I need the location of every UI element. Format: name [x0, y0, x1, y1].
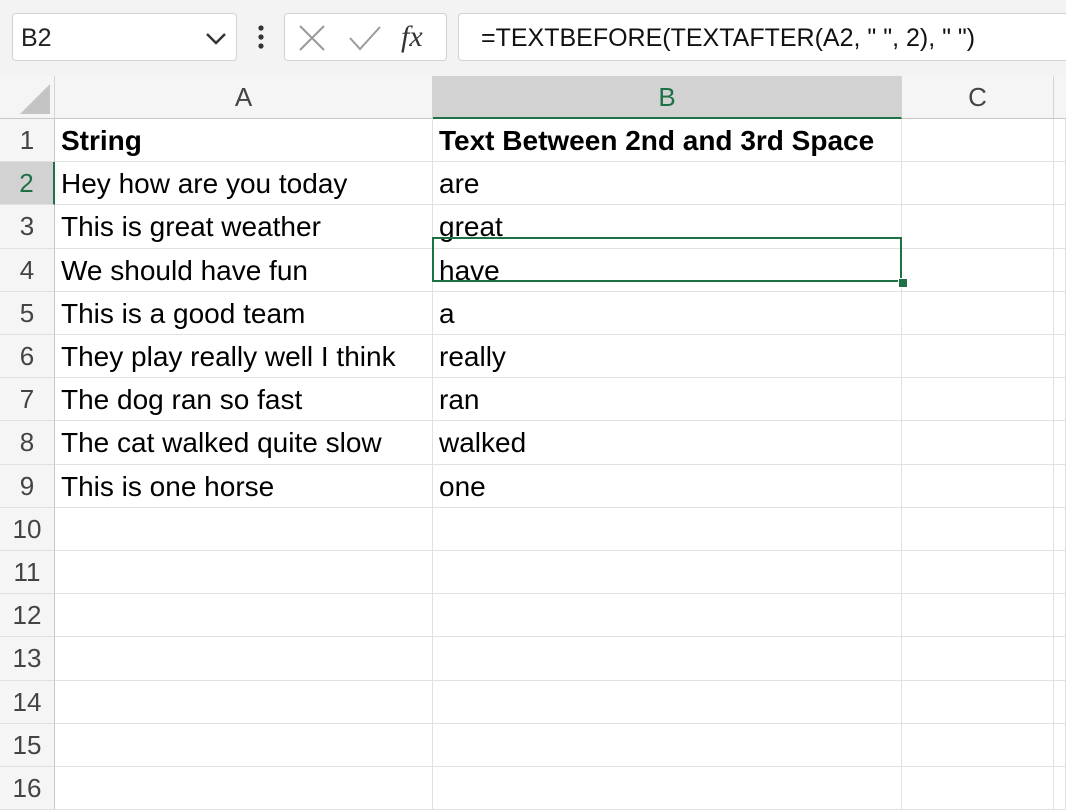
cell-b8[interactable]: walked	[433, 421, 902, 465]
cell-d6[interactable]	[1054, 335, 1066, 379]
column-header-b[interactable]: B	[433, 76, 902, 119]
cell-a5[interactable]: This is a good team	[55, 291, 433, 335]
cell-c16[interactable]	[902, 767, 1054, 810]
column-header-partial[interactable]	[1054, 76, 1066, 119]
cell-c12[interactable]	[902, 594, 1054, 638]
formula-text[interactable]: =TEXTBEFORE(TEXTAFTER(A2, " ", 2), " ")	[481, 24, 975, 53]
cell-b4[interactable]: have	[433, 248, 902, 292]
cell-c8[interactable]	[902, 421, 1054, 465]
cell-c11[interactable]	[902, 551, 1054, 595]
row-header-14[interactable]: 14	[0, 680, 55, 724]
cell-b1[interactable]: Text Between 2nd and 3rd Space	[433, 119, 902, 163]
cell-c5[interactable]	[902, 291, 1054, 335]
cell-d2[interactable]	[1054, 162, 1066, 206]
row-header-10[interactable]: 10	[0, 507, 55, 551]
row-header-1[interactable]: 1	[0, 119, 55, 163]
cell-d7[interactable]	[1054, 378, 1066, 422]
row-header-8[interactable]: 8	[0, 421, 55, 465]
cell-c4[interactable]	[902, 248, 1054, 292]
cell-d14[interactable]	[1054, 680, 1066, 724]
cell-d15[interactable]	[1054, 723, 1066, 767]
cell-a11[interactable]	[55, 551, 433, 595]
cell-a6[interactable]: They play really well I think	[55, 335, 433, 379]
cell-a13[interactable]	[55, 637, 433, 681]
cell-d9[interactable]	[1054, 464, 1066, 508]
cell-b12[interactable]	[433, 594, 902, 638]
cell-d1[interactable]	[1054, 119, 1066, 163]
row-header-13[interactable]: 13	[0, 637, 55, 681]
cell-b14[interactable]	[433, 680, 902, 724]
cell-c3[interactable]	[902, 205, 1054, 249]
cell-b15[interactable]	[433, 723, 902, 767]
cell-a3[interactable]: This is great weather	[55, 205, 433, 249]
cell-c2[interactable]	[902, 162, 1054, 206]
cell-d16[interactable]	[1054, 767, 1066, 810]
row-header-16[interactable]: 16	[0, 767, 55, 810]
cell-b6[interactable]: really	[433, 335, 902, 379]
cell-b13[interactable]	[433, 637, 902, 681]
cell-a16[interactable]	[55, 767, 433, 810]
cell-c10[interactable]	[902, 507, 1054, 551]
insert-function-icon[interactable]: fx	[401, 20, 423, 54]
cell-a4[interactable]: We should have fun	[55, 248, 433, 292]
cell-a8[interactable]: The cat walked quite slow	[55, 421, 433, 465]
cell-a15[interactable]	[55, 723, 433, 767]
select-all-button[interactable]	[0, 76, 55, 119]
cell-c7[interactable]	[902, 378, 1054, 422]
cell-d8[interactable]	[1054, 421, 1066, 465]
formula-bar: B2 fx =TEXTBEFORE(TEXTAFTER(A2, " ", 2),…	[0, 0, 1066, 76]
cell-a2[interactable]: Hey how are you today	[55, 162, 433, 206]
cell-d11[interactable]	[1054, 551, 1066, 595]
cell-a10[interactable]	[55, 507, 433, 551]
select-all-icon	[20, 84, 50, 114]
cell-c9[interactable]	[902, 464, 1054, 508]
cancel-icon[interactable]	[297, 23, 327, 53]
cell-b5[interactable]: a	[433, 291, 902, 335]
cell-d13[interactable]	[1054, 637, 1066, 681]
cell-c1[interactable]	[902, 119, 1054, 163]
cell-a12[interactable]	[55, 594, 433, 638]
cell-a9[interactable]: This is one horse	[55, 464, 433, 508]
column-header-c[interactable]: C	[902, 76, 1054, 119]
cell-b10[interactable]	[433, 507, 902, 551]
cell-d5[interactable]	[1054, 291, 1066, 335]
cell-c13[interactable]	[902, 637, 1054, 681]
cell-a1[interactable]: String	[55, 119, 433, 163]
spreadsheet-grid[interactable]: A B C 1 String Text Between 2nd and 3rd Sp…	[0, 76, 1066, 810]
cell-c15[interactable]	[902, 723, 1054, 767]
cell-b7[interactable]: ran	[433, 378, 902, 422]
row-header-15[interactable]: 15	[0, 723, 55, 767]
column-header-a[interactable]: A	[55, 76, 433, 119]
fill-handle[interactable]	[898, 278, 908, 288]
cell-d4[interactable]	[1054, 248, 1066, 292]
cell-d3[interactable]	[1054, 205, 1066, 249]
chevron-down-icon[interactable]	[204, 28, 228, 48]
cell-a7[interactable]: The dog ran so fast	[55, 378, 433, 422]
cell-b16[interactable]	[433, 767, 902, 810]
cell-c6[interactable]	[902, 335, 1054, 379]
cell-b3[interactable]: great	[433, 205, 902, 249]
row-header-2[interactable]: 2	[0, 162, 55, 206]
cell-b9[interactable]: one	[433, 464, 902, 508]
row-header-3[interactable]: 3	[0, 205, 55, 249]
row-header-5[interactable]: 5	[0, 291, 55, 335]
more-options-icon[interactable]	[254, 24, 268, 50]
cell-c14[interactable]	[902, 680, 1054, 724]
row-header-6[interactable]: 6	[0, 335, 55, 379]
row-header-7[interactable]: 7	[0, 378, 55, 422]
row-header-12[interactable]: 12	[0, 594, 55, 638]
row-header-11[interactable]: 11	[0, 551, 55, 595]
row-header-4[interactable]: 4	[0, 248, 55, 292]
row-header-9[interactable]: 9	[0, 464, 55, 508]
cell-b2[interactable]: are	[433, 162, 902, 206]
name-box[interactable]: B2	[12, 13, 237, 61]
formula-input[interactable]: =TEXTBEFORE(TEXTAFTER(A2, " ", 2), " ")	[458, 13, 1066, 61]
cell-b11[interactable]	[433, 551, 902, 595]
check-icon[interactable]	[347, 23, 383, 53]
cell-d10[interactable]	[1054, 507, 1066, 551]
cell-a14[interactable]	[55, 680, 433, 724]
name-box-value[interactable]: B2	[21, 24, 52, 53]
formula-actions: fx	[284, 13, 447, 61]
cell-d12[interactable]	[1054, 594, 1066, 638]
